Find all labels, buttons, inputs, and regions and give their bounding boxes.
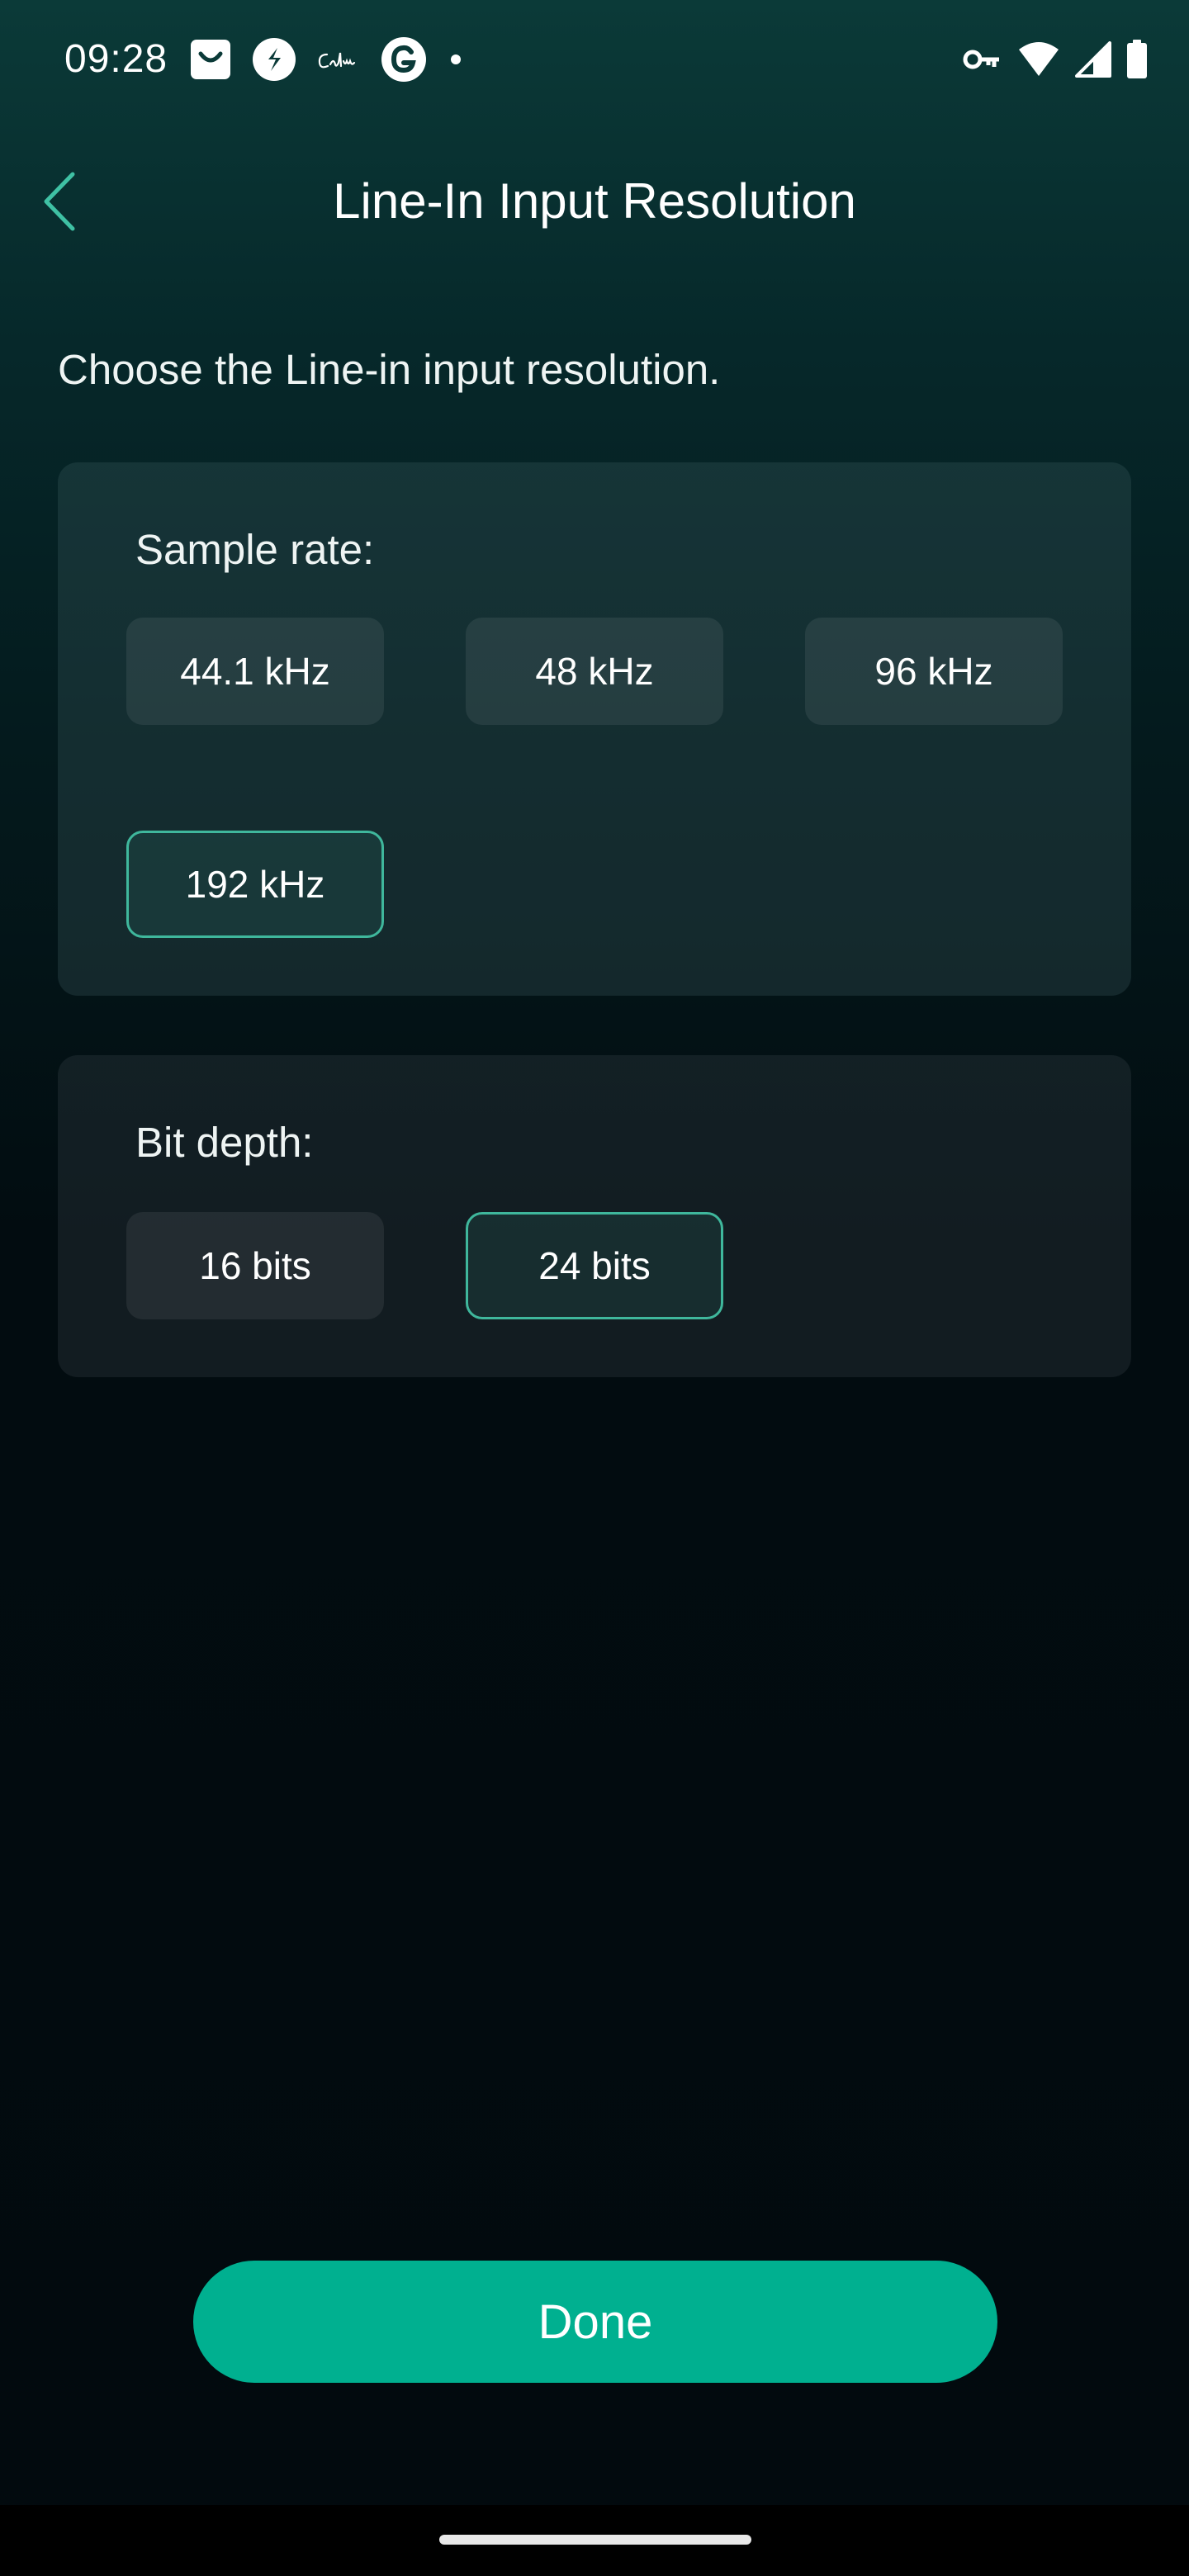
notification-icons (188, 35, 466, 84)
sample-rate-option-48-khz[interactable]: 48 kHz (466, 618, 723, 725)
home-indicator[interactable] (439, 2535, 751, 2545)
bit-depth-option-16-bits[interactable]: 16 bits (126, 1212, 384, 1319)
option-label: 96 kHz (874, 650, 993, 693)
status-time: 09:28 (64, 37, 168, 81)
sample-rate-option-96-khz[interactable]: 96 kHz (805, 618, 1063, 725)
shazam-icon (253, 38, 296, 81)
page-description: Choose the Line-in input resolution. (58, 346, 721, 393)
page-title: Line-In Input Resolution (333, 173, 856, 229)
vpn-key-icon (963, 50, 999, 69)
sample-rate-card: Sample rate: 44.1 kHz 48 kHz 96 kHz 192 … (58, 462, 1131, 996)
bit-depth-option-24-bits[interactable]: 24 bits (466, 1212, 723, 1319)
done-button[interactable]: Done (193, 2261, 997, 2383)
bit-depth-card: Bit depth: 16 bits 24 bits (58, 1055, 1131, 1377)
wifi-icon (1019, 42, 1059, 76)
done-button-label: Done (538, 2294, 653, 2349)
status-bar: 09:28 (0, 0, 1189, 116)
system-icons (963, 36, 1148, 83)
sample-rate-option-192-khz[interactable]: 192 kHz (126, 831, 384, 938)
sample-rate-label: Sample rate: (135, 526, 375, 573)
option-label: 48 kHz (535, 650, 654, 693)
sample-rate-option-44-1-khz[interactable]: 44.1 kHz (126, 618, 384, 725)
option-label: 44.1 kHz (180, 650, 330, 693)
bit-depth-label: Bit depth: (135, 1119, 314, 1166)
cellular-signal-icon (1075, 41, 1111, 78)
option-label: 16 bits (199, 1244, 311, 1287)
option-label: 192 kHz (185, 863, 325, 906)
option-label: 24 bits (538, 1244, 651, 1287)
dot-icon (451, 54, 461, 64)
battery-icon (1127, 40, 1147, 78)
shopping-bag-icon (191, 40, 230, 79)
calm-icon (318, 52, 356, 69)
grammarly-icon (381, 37, 426, 82)
